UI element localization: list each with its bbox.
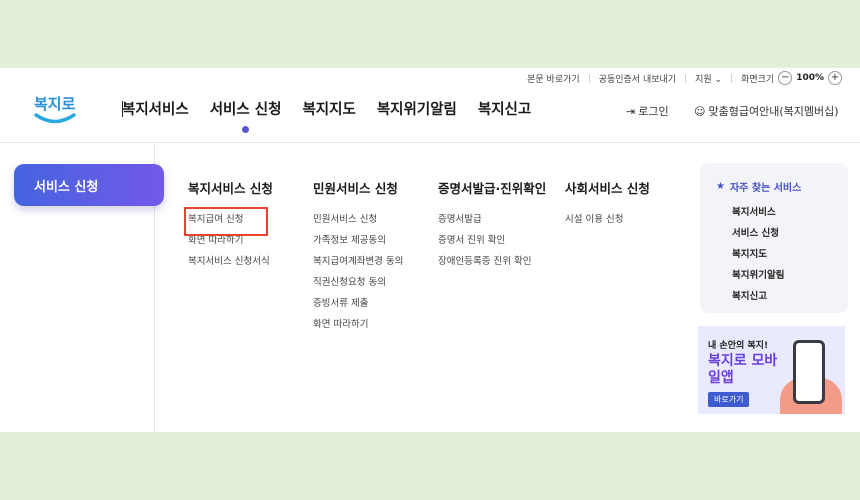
left-pane: 서비스 신청 xyxy=(0,143,164,432)
logo-icon: 복지로 xyxy=(34,95,76,124)
column-title: 민원서비스 신청 xyxy=(313,181,398,196)
global-navigation: 복지서비스 서비스 신청 복지지도 복지위기알림 복지신고 xyxy=(122,98,531,133)
nav-welfare-map[interactable]: 복지지도 xyxy=(302,98,355,119)
menu-item[interactable]: 복지급여계좌변경 동의 xyxy=(313,253,403,274)
menu-item[interactable]: 증명서 진위 확인 xyxy=(438,232,546,253)
active-menu-pill[interactable]: 서비스 신청 xyxy=(14,164,164,206)
user-icon: ☺ xyxy=(694,104,706,118)
menu-item[interactable]: 화면 따라하기 xyxy=(313,316,403,337)
chevron-down-icon: ⌄ xyxy=(714,74,723,85)
banner-go-button[interactable]: 바로가기 xyxy=(708,392,750,407)
bokjiro-logo[interactable]: 복지로 xyxy=(32,88,78,128)
login-button[interactable]: ⇥ 로그인 xyxy=(626,103,669,119)
menu-column-civil: 민원서비스 신청 민원서비스 신청 가족정보 제공동의 복지급여계좌변경 동의 … xyxy=(313,178,403,337)
banner-title: 복지로 모바일앱 xyxy=(708,353,778,386)
nav-welfare-services[interactable]: 복지서비스 xyxy=(122,98,189,119)
phone-illustration xyxy=(793,340,825,404)
menu-item[interactable]: 민원서비스 신청 xyxy=(313,211,403,232)
screen-size-label: 화면크기 xyxy=(741,74,775,85)
menu-item[interactable]: 화면 따라하기 xyxy=(188,232,273,253)
favorite-item[interactable]: 복지위기알림 xyxy=(732,267,848,288)
nav-service-application[interactable]: 서비스 신청 xyxy=(210,98,281,133)
menu-item[interactable]: 증명서발급 xyxy=(438,211,546,232)
column-title: 복지서비스 신청 xyxy=(188,181,273,196)
mobile-app-banner[interactable]: 내 손안의 복지! 복지로 모바일앱 바로가기 xyxy=(698,326,845,414)
star-icon: ★ xyxy=(716,181,725,192)
menu-item[interactable]: 직권신청요청 동의 xyxy=(313,274,403,295)
menu-item[interactable]: 증빙서류 제출 xyxy=(313,295,403,316)
menu-item[interactable]: 복지서비스 신청서식 xyxy=(188,253,273,274)
page: 본문 바로가기 공동인증서 내보내기 지원 ⌄ 화면크기 − 100% + 복지… xyxy=(0,68,860,432)
menu-item-welfare-benefit-apply[interactable]: 복지급여 신청 xyxy=(184,207,268,236)
utility-bar: 본문 바로가기 공동인증서 내보내기 지원 ⌄ 화면크기 − 100% + xyxy=(527,68,846,88)
nav-welfare-report[interactable]: 복지신고 xyxy=(478,98,531,119)
favorite-item[interactable]: 서비스 신청 xyxy=(732,225,848,246)
login-label: 로그인 xyxy=(638,105,669,118)
membership-link[interactable]: ☺ 맞춤형급여안내(복지멤버십) xyxy=(694,103,839,119)
login-icon: ⇥ xyxy=(626,104,636,118)
support-label: 지원 xyxy=(695,74,712,85)
divider xyxy=(685,73,687,83)
skip-to-content-link[interactable]: 본문 바로가기 xyxy=(527,72,580,85)
banner-tagline: 내 손안의 복지! xyxy=(708,341,769,351)
menu-column-social: 사회서비스 신청 시설 이용 신청 xyxy=(565,178,650,232)
menu-item[interactable]: 장애인등록증 진위 확인 xyxy=(438,253,546,274)
logo-text: 복지로 xyxy=(34,95,76,113)
membership-label: 맞춤형급여안내(복지멤버십) xyxy=(708,105,839,118)
favorites-title: ★ 자주 찾는 서비스 xyxy=(716,179,848,194)
certificate-export-link[interactable]: 공동인증서 내보내기 xyxy=(599,72,676,85)
nav-crisis-alert[interactable]: 복지위기알림 xyxy=(377,98,457,119)
zoom-out-button[interactable]: − xyxy=(778,71,793,85)
divider xyxy=(588,73,590,83)
menu-item[interactable]: 시설 이용 신청 xyxy=(565,211,650,232)
menu-column-welfare: 복지서비스 신청 복지급여 신청 화면 따라하기 복지서비스 신청서식 xyxy=(184,178,273,274)
favorite-item[interactable]: 복지신고 xyxy=(732,288,848,309)
favorites-title-text: 자주 찾는 서비스 xyxy=(729,183,802,194)
support-menu[interactable]: 지원 ⌄ xyxy=(695,72,722,85)
menu-column-certificate: 증명서발급·진위확인 증명서발급 증명서 진위 확인 장애인등록증 진위 확인 xyxy=(438,178,546,274)
favorite-item[interactable]: 복지서비스 xyxy=(732,204,848,225)
zoom-in-button[interactable]: + xyxy=(828,71,842,85)
favorites-panel: ★ 자주 찾는 서비스 복지서비스 서비스 신청 복지지도 복지위기알림 복지신… xyxy=(700,163,848,313)
column-title: 증명서발급·진위확인 xyxy=(438,181,547,196)
zoom-level: 100% xyxy=(796,73,824,83)
menu-item[interactable]: 가족정보 제공동의 xyxy=(313,232,403,253)
divider xyxy=(731,73,733,83)
column-title: 사회서비스 신청 xyxy=(565,181,650,196)
favorite-item[interactable]: 복지지도 xyxy=(732,246,848,267)
